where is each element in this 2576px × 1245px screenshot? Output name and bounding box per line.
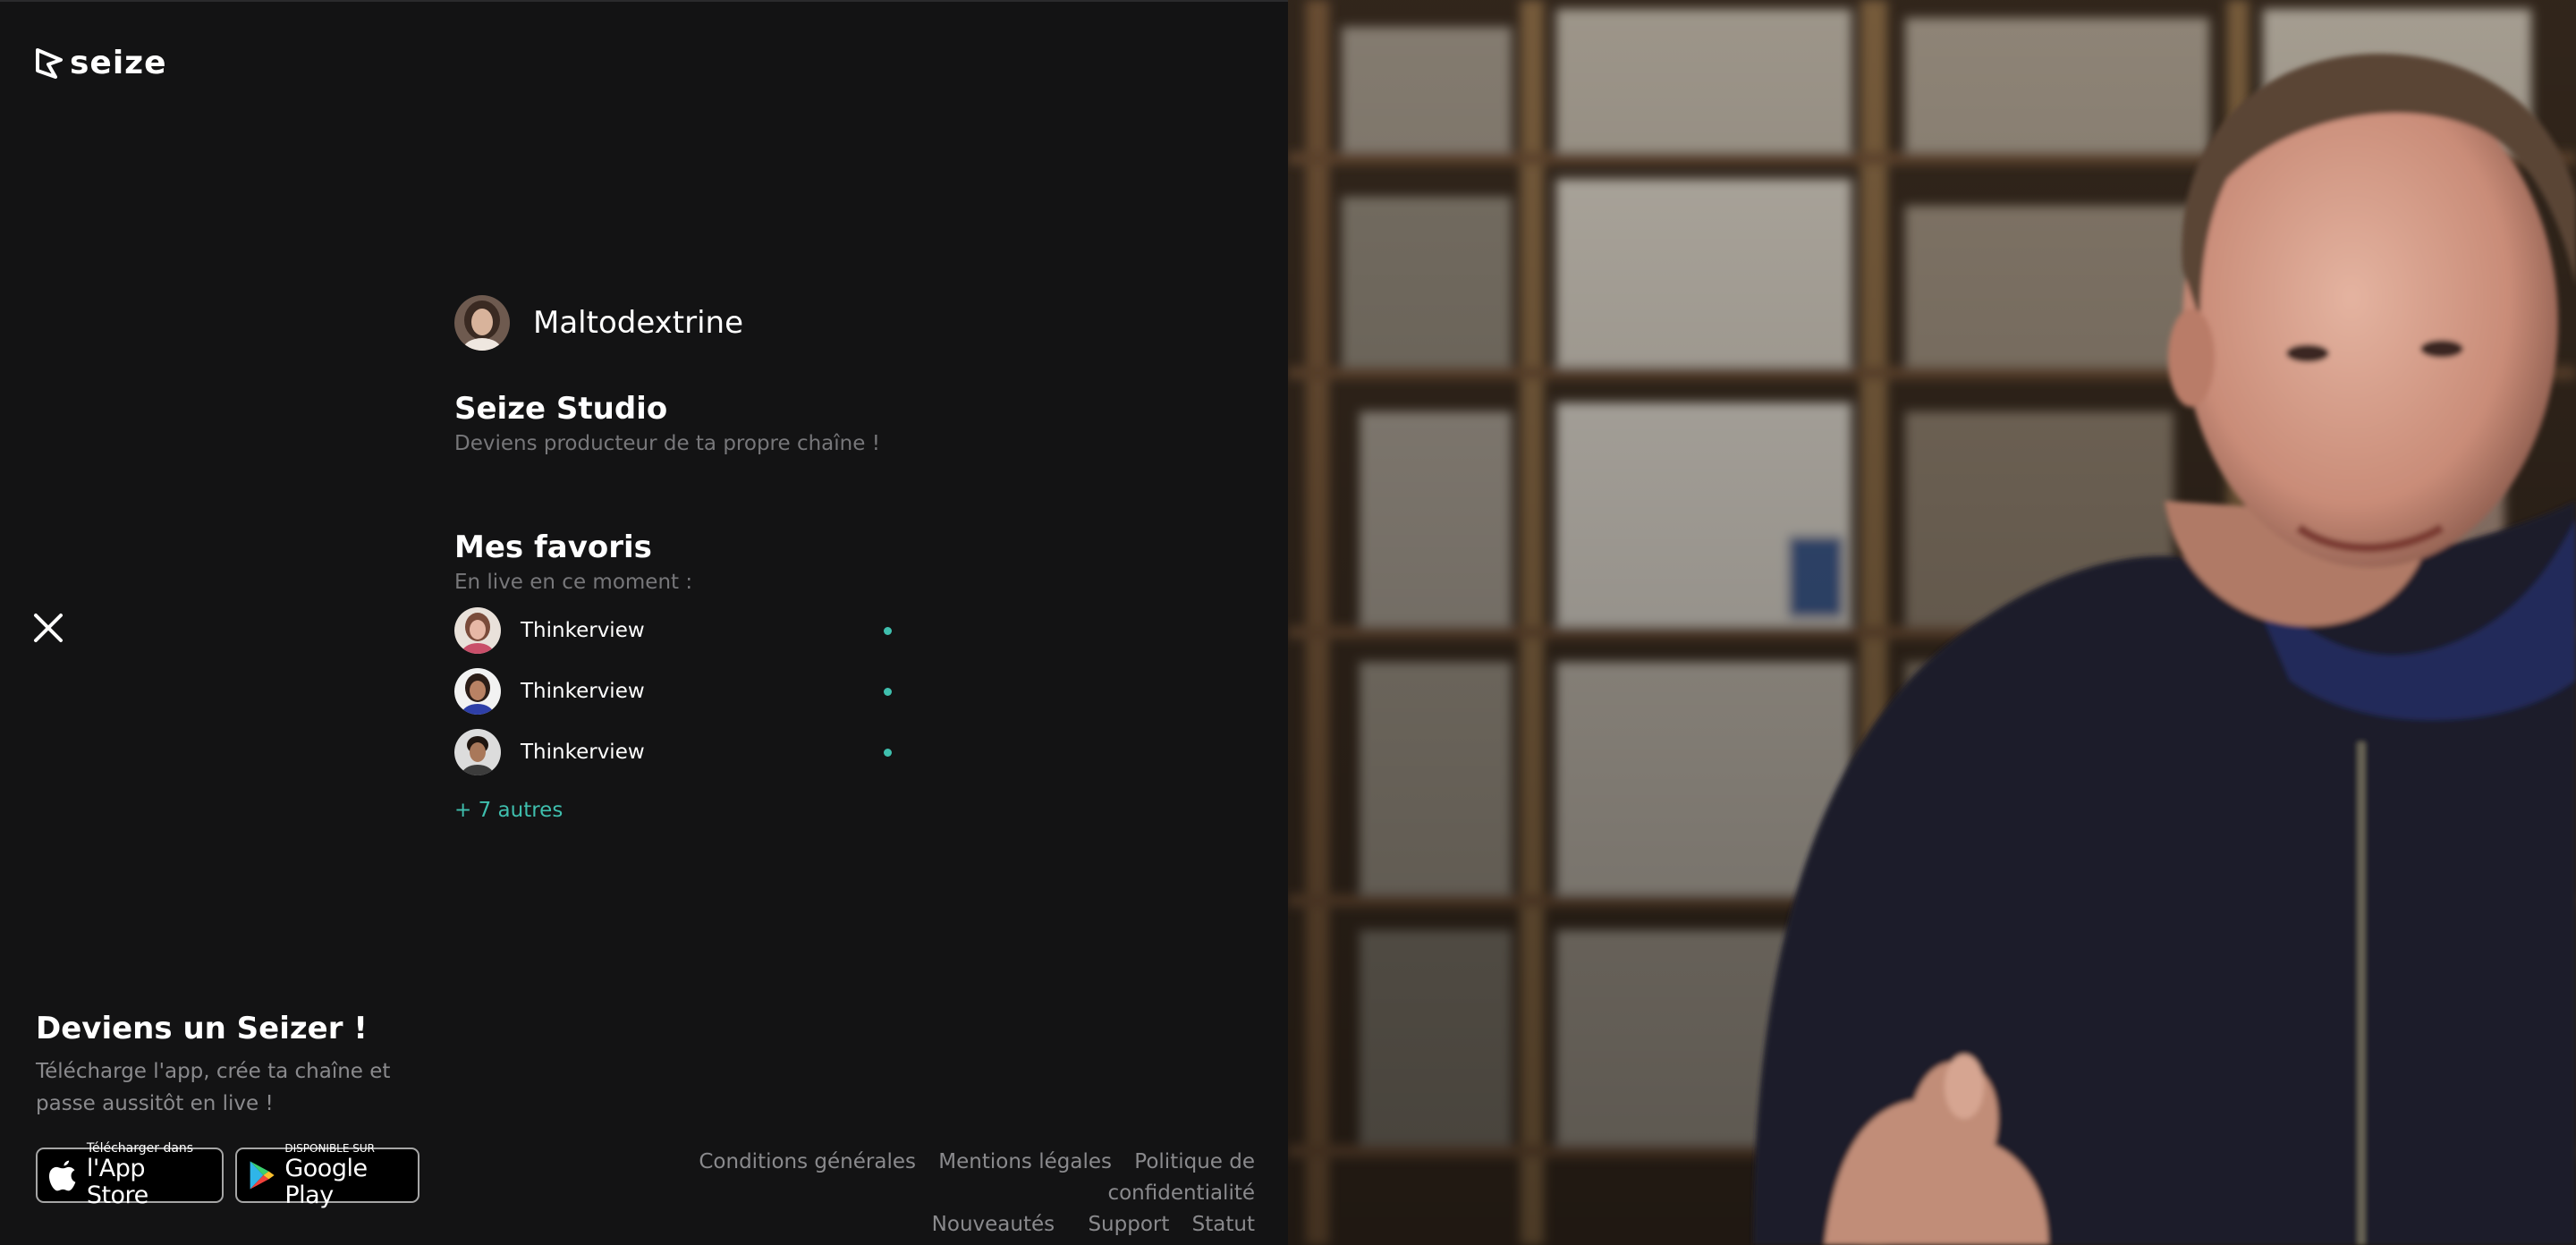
channel-name: Thinkerview [521,680,645,703]
menu-panel: seize Maltodextrine Seize Studio Deviens [0,0,1288,1245]
footer-link-mentions[interactable]: Mentions légales [938,1150,1112,1173]
favorites-subtitle: En live en ce moment : [454,571,693,594]
channel-avatar [454,607,501,654]
favorites-list: Thinkerview Thinkerview Thinkerview [454,607,902,775]
footer-link-support[interactable]: Support [1088,1213,1169,1236]
user-profile[interactable]: Maltodextrine [454,295,743,351]
footer-row: Nouveautés Support Statut [539,1209,1255,1241]
app-store-small-text: Télécharger dans [86,1141,194,1156]
footer-row: Conditions générales Mentions légales Po… [539,1147,1255,1209]
live-indicator [884,688,892,696]
brand-name: seize [70,45,167,81]
close-icon [34,614,63,642]
app-store-button[interactable]: Télécharger dans l'App Store [36,1141,224,1209]
footer-link-news[interactable]: Nouveautés [932,1213,1055,1236]
channel-avatar [454,729,501,775]
channel-name: Thinkerview [521,741,645,764]
app-store-big-text: l'App Store [86,1155,148,1209]
page: seize Maltodextrine Seize Studio Deviens [0,0,2576,1245]
favorite-item[interactable]: Thinkerview [454,607,902,654]
store-badges: Télécharger dans l'App Store DISPONIBLE … [36,1141,419,1209]
live-indicator [884,627,892,635]
video-image [1288,0,2576,1245]
apple-icon [48,1160,76,1191]
more-favorites-link[interactable]: + 7 autres [454,799,563,822]
google-play-button[interactable]: DISPONIBLE SUR Google Play [235,1142,419,1209]
footer-link-status[interactable]: Statut [1192,1213,1255,1236]
studio-subtitle: Deviens producteur de ta propre chaîne ! [454,432,880,455]
footer-links: Conditions générales Mentions légales Po… [539,1147,1255,1241]
favorite-item[interactable]: Thinkerview [454,729,902,775]
footer-link-privacy[interactable]: Politique de confidentialité [1107,1150,1255,1205]
favorites-section: Mes favoris En live en ce moment : Think… [454,527,902,822]
google-play-small-text: DISPONIBLE SUR [284,1142,376,1155]
channel-avatar [454,668,501,715]
favorite-item[interactable]: Thinkerview [454,668,902,715]
google-play-icon [250,1161,275,1190]
live-indicator [884,749,892,757]
seize-studio-link[interactable]: Seize Studio Deviens producteur de ta pr… [454,388,880,458]
channel-name: Thinkerview [521,619,645,642]
user-avatar [454,295,510,351]
seize-logo[interactable]: seize [34,45,167,81]
google-play-big-text: Google Play [284,1155,368,1209]
cta-description: Télécharge l'app, crée ta chaîne et pass… [36,1060,391,1115]
download-cta: Deviens un Seizer ! Télécharge l'app, cr… [36,1011,483,1120]
user-name: Maltodextrine [533,305,743,341]
close-menu-button[interactable] [30,610,66,646]
cta-title: Deviens un Seizer ! [36,1011,368,1046]
live-video-frame[interactable] [1288,0,2576,1245]
seize-logo-icon [36,47,63,79]
favorites-title: Mes favoris [454,529,652,565]
footer-link-conditions[interactable]: Conditions générales [699,1150,916,1173]
studio-title: Seize Studio [454,391,668,427]
